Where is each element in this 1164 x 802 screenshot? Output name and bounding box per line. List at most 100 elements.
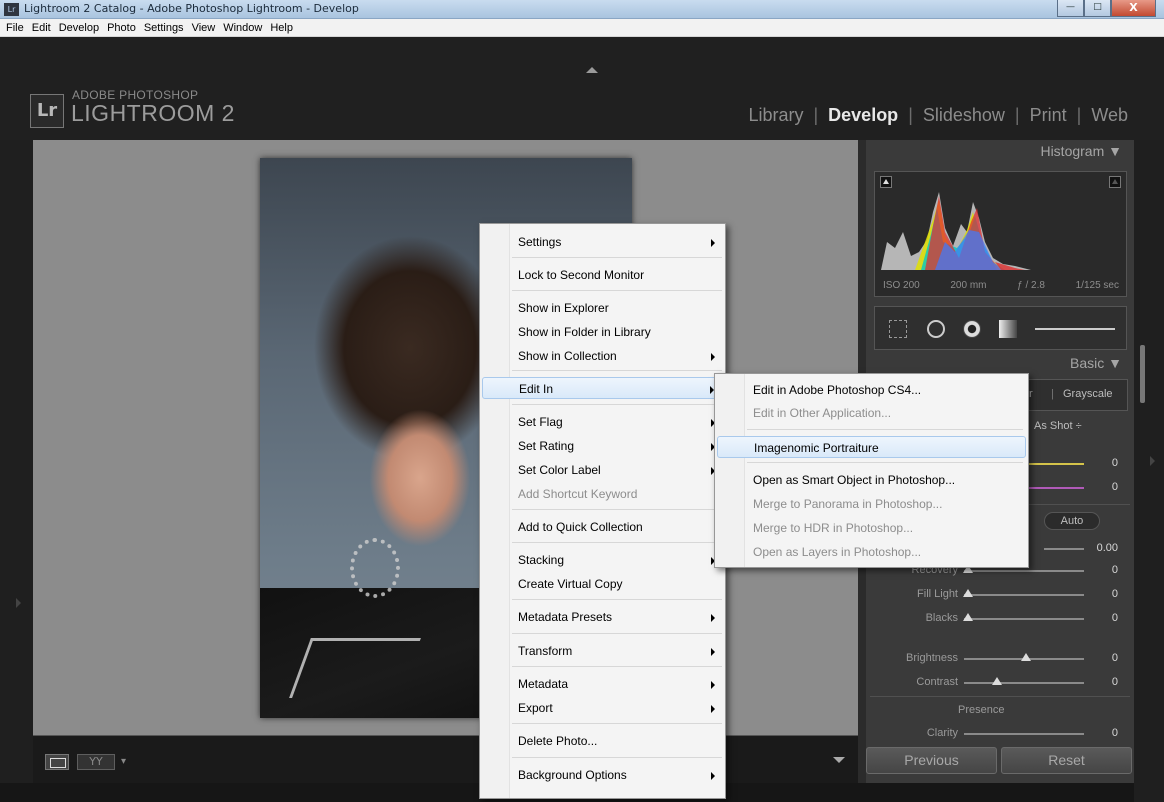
expand-right-icon[interactable]	[1150, 456, 1155, 466]
blacks-label: Blacks	[925, 612, 958, 624]
maximize-button[interactable]: □	[1084, 0, 1111, 17]
wb-dropdown[interactable]: As Shot ÷	[1034, 420, 1082, 432]
histogram-header[interactable]: Histogram ▼	[1040, 143, 1122, 159]
menu-view[interactable]: View	[192, 22, 216, 34]
menu-item-show-in-explorer[interactable]: Show in Explorer	[482, 297, 723, 319]
treatment-grayscale[interactable]: Grayscale	[1063, 388, 1113, 400]
module-develop[interactable]: Develop	[828, 105, 898, 126]
tint-track[interactable]	[1028, 487, 1084, 489]
panel-scrollbar[interactable]	[1140, 345, 1145, 403]
module-web[interactable]: Web	[1091, 105, 1128, 126]
blacks-slider[interactable]: Blacks 0	[882, 610, 1128, 628]
brightness-knob[interactable]	[1020, 653, 1031, 661]
expand-left-icon[interactable]	[16, 598, 21, 608]
submenu-item-imagenomic-portraiture[interactable]: Imagenomic Portraiture	[717, 436, 1026, 458]
minimize-button[interactable]: —	[1057, 0, 1084, 17]
auto-tone-button[interactable]: Auto	[1044, 512, 1100, 530]
tint-value[interactable]: 0	[1112, 481, 1118, 493]
submenu-item-edit-in-other-application: Edit in Other Application...	[753, 406, 892, 420]
menu-window[interactable]: Window	[223, 22, 262, 34]
before-after-dropdown-icon[interactable]: ▾	[121, 756, 126, 767]
menu-item-edit-in[interactable]: Edit In	[482, 377, 723, 399]
blacks-track[interactable]	[964, 618, 1084, 620]
menu-file[interactable]: File	[6, 22, 24, 34]
graduated-filter-icon[interactable]	[999, 320, 1017, 338]
toolbar: YY ▾	[33, 735, 858, 783]
menu-settings[interactable]: Settings	[144, 22, 184, 34]
clarity-value[interactable]: 0	[1112, 727, 1118, 739]
close-button[interactable]: X	[1111, 0, 1156, 17]
submenu-arrow-icon	[711, 705, 715, 713]
contrast-knob[interactable]	[991, 677, 1002, 685]
menu-item-show-in-collection[interactable]: Show in Collection	[482, 345, 723, 367]
menu-item-lock-to-second-monitor[interactable]: Lock to Second Monitor	[482, 264, 723, 286]
brightness-slider[interactable]: Brightness 0	[882, 650, 1128, 668]
toolbar-menu-icon[interactable]	[833, 757, 845, 763]
menu-item-create-virtual-copy[interactable]: Create Virtual Copy	[482, 573, 723, 595]
menu-item-set-color-label[interactable]: Set Color Label	[482, 459, 723, 481]
basic-header[interactable]: Basic ▼	[1070, 355, 1122, 371]
menu-item-metadata-presets[interactable]: Metadata Presets	[482, 606, 723, 628]
menu-edit[interactable]: Edit	[32, 22, 51, 34]
lightroom-window: Lr Lightroom 2 Catalog - Adobe Photoshop…	[0, 0, 1164, 802]
collapse-top-icon[interactable]	[586, 67, 598, 73]
menu-separator	[512, 404, 722, 405]
menu-help[interactable]: Help	[270, 22, 293, 34]
context-menu: Settings Lock to Second Monitor Show in Ex…	[479, 223, 726, 799]
blacks-knob[interactable]	[963, 613, 973, 621]
menu-item-add-shortcut-keyword: Add Shortcut Keyword	[482, 483, 723, 505]
blacks-value[interactable]: 0	[1112, 612, 1118, 624]
menu-develop[interactable]: Develop	[59, 22, 99, 34]
temp-value[interactable]: 0	[1112, 457, 1118, 469]
exposure-track[interactable]	[1044, 548, 1084, 550]
app-icon: Lr	[4, 3, 19, 16]
menu-item-settings[interactable]: Settings	[482, 231, 723, 253]
histogram[interactable]: ISO 200 200 mm ƒ / 2.8 1/125 sec	[874, 171, 1127, 297]
photo-pattern	[289, 638, 421, 698]
clarity-slider[interactable]: Clarity 0	[882, 725, 1128, 743]
crop-icon[interactable]	[889, 320, 907, 338]
menu-item-show-in-folder-in-library[interactable]: Show in Folder in Library	[482, 321, 723, 343]
submenu-item-edit-in-adobe-photoshop-cs4[interactable]: Edit in Adobe Photoshop CS4...	[717, 379, 1026, 401]
shadow-clipping-icon[interactable]	[880, 176, 892, 188]
menu-item-transform[interactable]: Transform	[482, 640, 723, 662]
menu-item-set-rating[interactable]: Set Rating	[482, 435, 723, 457]
highlight-clipping-icon[interactable]	[1109, 176, 1121, 188]
menu-item-set-flag[interactable]: Set Flag	[482, 411, 723, 433]
recovery-track[interactable]	[964, 570, 1084, 572]
module-library[interactable]: Library	[748, 105, 803, 126]
menu-item-metadata[interactable]: Metadata	[482, 673, 723, 695]
temp-track[interactable]	[1028, 463, 1084, 465]
clarity-track[interactable]	[964, 733, 1084, 735]
recovery-value[interactable]: 0	[1112, 564, 1118, 576]
contrast-value[interactable]: 0	[1112, 676, 1118, 688]
menu-item-background-options[interactable]: Background Options	[482, 764, 723, 786]
contrast-slider[interactable]: Contrast 0	[882, 674, 1128, 692]
exposure-value[interactable]: 0.00	[1097, 542, 1118, 554]
red-eye-icon[interactable]	[963, 320, 981, 338]
treatment-color[interactable]: r	[1029, 388, 1033, 400]
fill-light-value[interactable]: 0	[1112, 588, 1118, 600]
reset-button[interactable]: Reset	[1001, 747, 1132, 774]
loupe-view-icon[interactable]	[45, 754, 69, 770]
module-slideshow[interactable]: Slideshow	[923, 105, 1005, 126]
module-print[interactable]: Print	[1030, 105, 1067, 126]
fill-light-track[interactable]	[964, 594, 1084, 596]
previous-button[interactable]: Previous	[866, 747, 997, 774]
submenu-item-open-as-smart-object-in-photoshop[interactable]: Open as Smart Object in Photoshop...	[717, 469, 1026, 491]
spot-removal-icon[interactable]	[927, 320, 945, 338]
module-picker: Library | Develop | Slideshow | Print | …	[748, 105, 1128, 126]
menu-item-stacking[interactable]: Stacking	[482, 549, 723, 571]
menu-item-label: Transform	[518, 644, 573, 658]
brightness-value[interactable]: 0	[1112, 652, 1118, 664]
menu-item-label: Show in Collection	[518, 349, 617, 363]
before-after-button[interactable]: YY	[77, 754, 115, 770]
contrast-track[interactable]	[964, 682, 1084, 684]
adjustment-brush-icon[interactable]	[1035, 328, 1115, 330]
menu-item-export[interactable]: Export	[482, 697, 723, 719]
menu-photo[interactable]: Photo	[107, 22, 136, 34]
fill-light-slider[interactable]: Fill Light 0	[882, 586, 1128, 604]
menu-item-add-to-quick-collection[interactable]: Add to Quick Collection	[482, 516, 723, 538]
fill-light-knob[interactable]	[963, 589, 973, 597]
menu-item-delete-photo[interactable]: Delete Photo...	[482, 730, 723, 752]
